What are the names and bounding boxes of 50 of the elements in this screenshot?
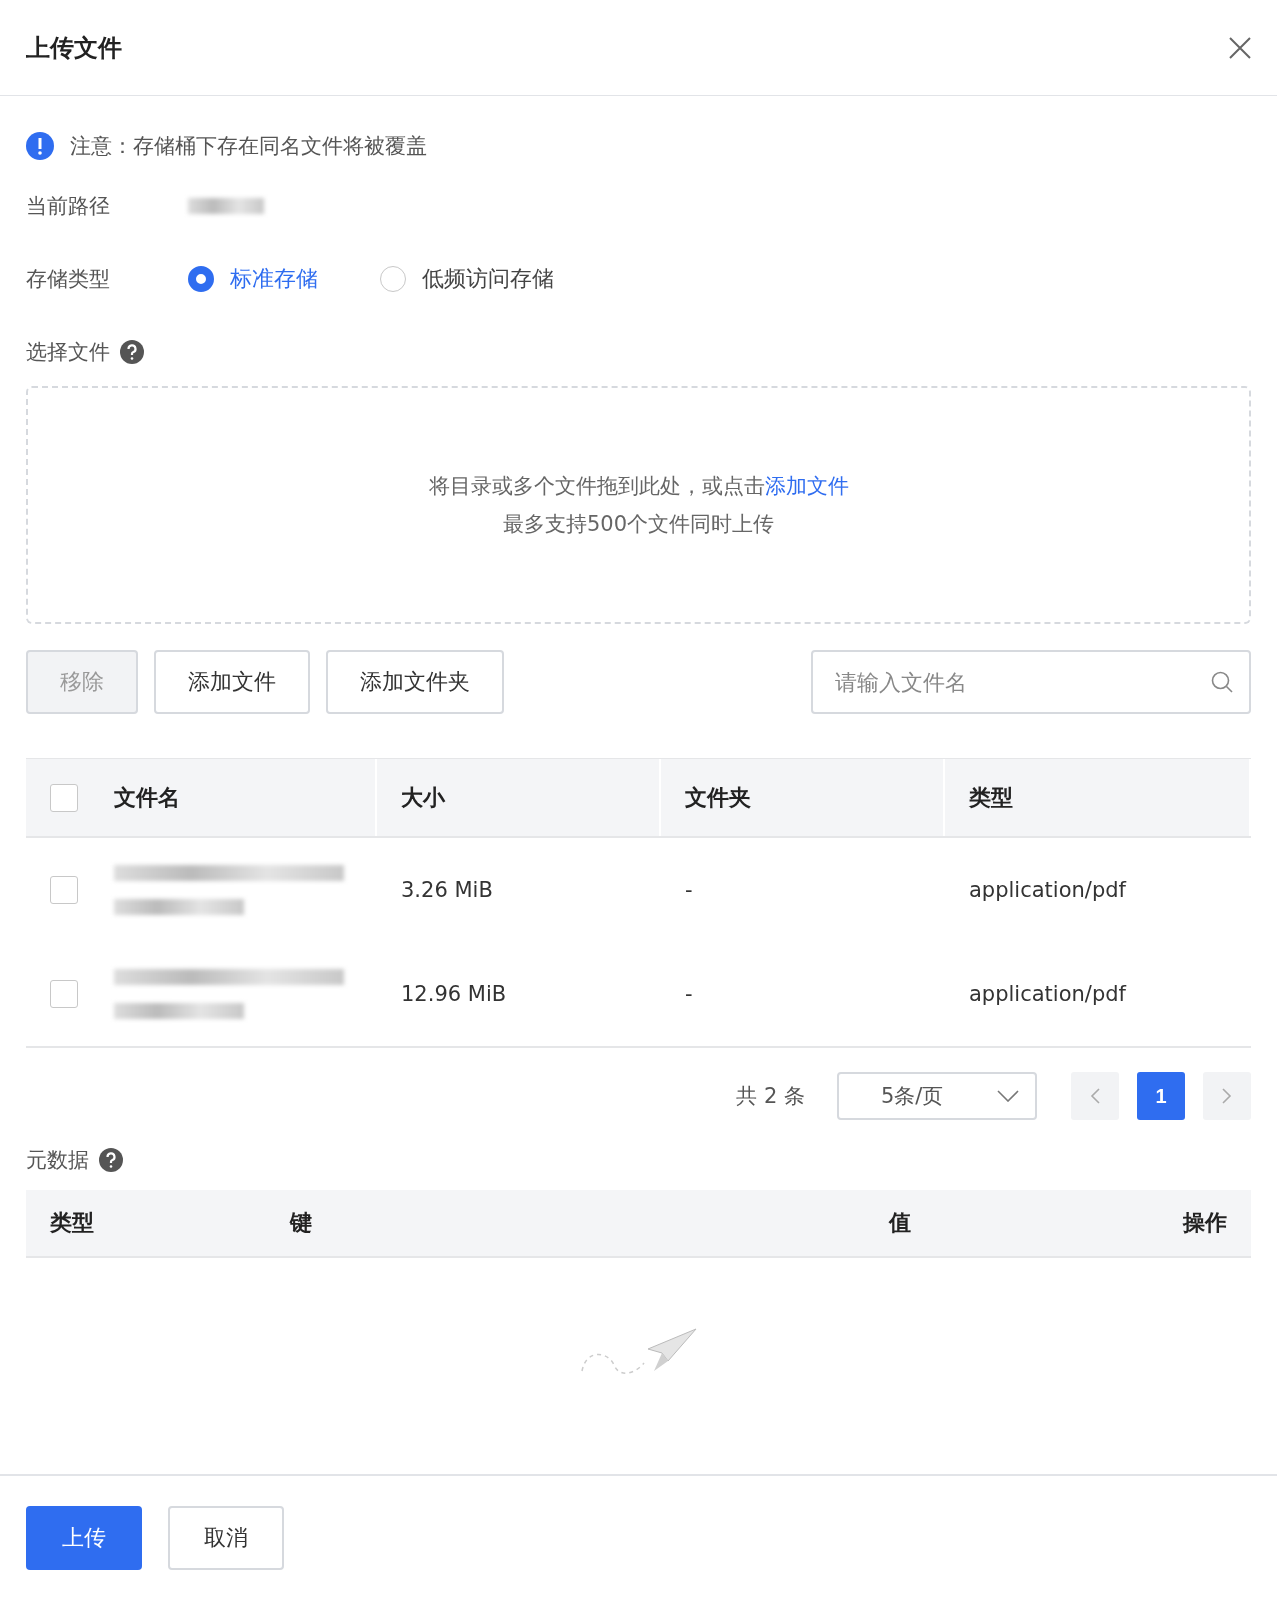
table-cell-text: application/pdf [968,981,1128,1008]
column-header: 类型 [50,1209,95,1237]
total-count: 共 2 条 [736,1083,805,1110]
column-header: 键 [290,1209,313,1237]
select-all-checkbox[interactable] [50,783,78,812]
radio-label: 标准存储 [230,265,318,293]
table-cell-text: 3.26 MiB [400,877,494,904]
row-checkbox[interactable] [50,980,78,1008]
cancel-button[interactable]: 取消 [168,1506,284,1570]
radio-button[interactable] [380,266,406,292]
previous-page-button[interactable] [1071,1072,1119,1120]
search-icon [1211,671,1233,693]
path-label: 当前路径 [26,193,111,220]
row-checkbox[interactable] [50,876,78,904]
column-header: 类型 [969,783,1013,812]
next-page-button[interactable] [1203,1072,1251,1120]
column-header: 值 [887,1209,912,1237]
table-cell-text: - [684,981,694,1008]
help-icon [120,340,144,364]
radio-button[interactable] [188,266,214,292]
table-cell-text: - [684,877,694,904]
column-header: 大小 [401,783,445,812]
search-field[interactable]: 请输入文件名 [811,650,1251,714]
close-icon[interactable] [1229,36,1251,59]
action-button[interactable]: 添加文件 [154,650,310,714]
upload-button[interactable]: 上传 [26,1506,142,1570]
add-files-link[interactable]: 添加文件 [764,474,849,498]
help-icon [99,1148,123,1172]
notice-text: 注意：存储桶下存在同名文件将被覆盖 [70,133,427,160]
page-button[interactable]: 1 [1137,1072,1185,1120]
column-header: 文件夹 [685,783,751,812]
select-files-label: 选择文件 [26,339,110,366]
column-header: 操作 [1181,1209,1227,1237]
drop-text: 将目录或多个文件拖到此处，或点击添加文件 [428,473,849,500]
dialog-title: 上传文件 [26,32,122,64]
storage-type-label: 存储类型 [26,266,111,293]
info-icon [26,132,54,160]
chevron-down-icon [997,1090,1019,1102]
table-cell-text: application/pdf [968,877,1128,904]
drop-zone[interactable]: 将目录或多个文件拖到此处，或点击添加文件 最多支持500个文件同时上传 [26,386,1251,624]
radio-label: 低频访问存储 [422,265,554,293]
search-input[interactable]: 请输入文件名 [833,652,1211,712]
metadata-label: 元数据 [26,1147,89,1174]
chevron-left-icon [1090,1088,1100,1104]
page-size-select[interactable]: 5条/页 [837,1072,1037,1120]
action-button[interactable]: 添加文件夹 [326,650,504,714]
table-cell-text: 12.96 MiB [400,981,508,1008]
column-header: 文件名 [114,783,180,812]
drop-hint: 最多支持500个文件同时上传 [502,511,775,538]
chevron-right-icon [1222,1088,1232,1104]
